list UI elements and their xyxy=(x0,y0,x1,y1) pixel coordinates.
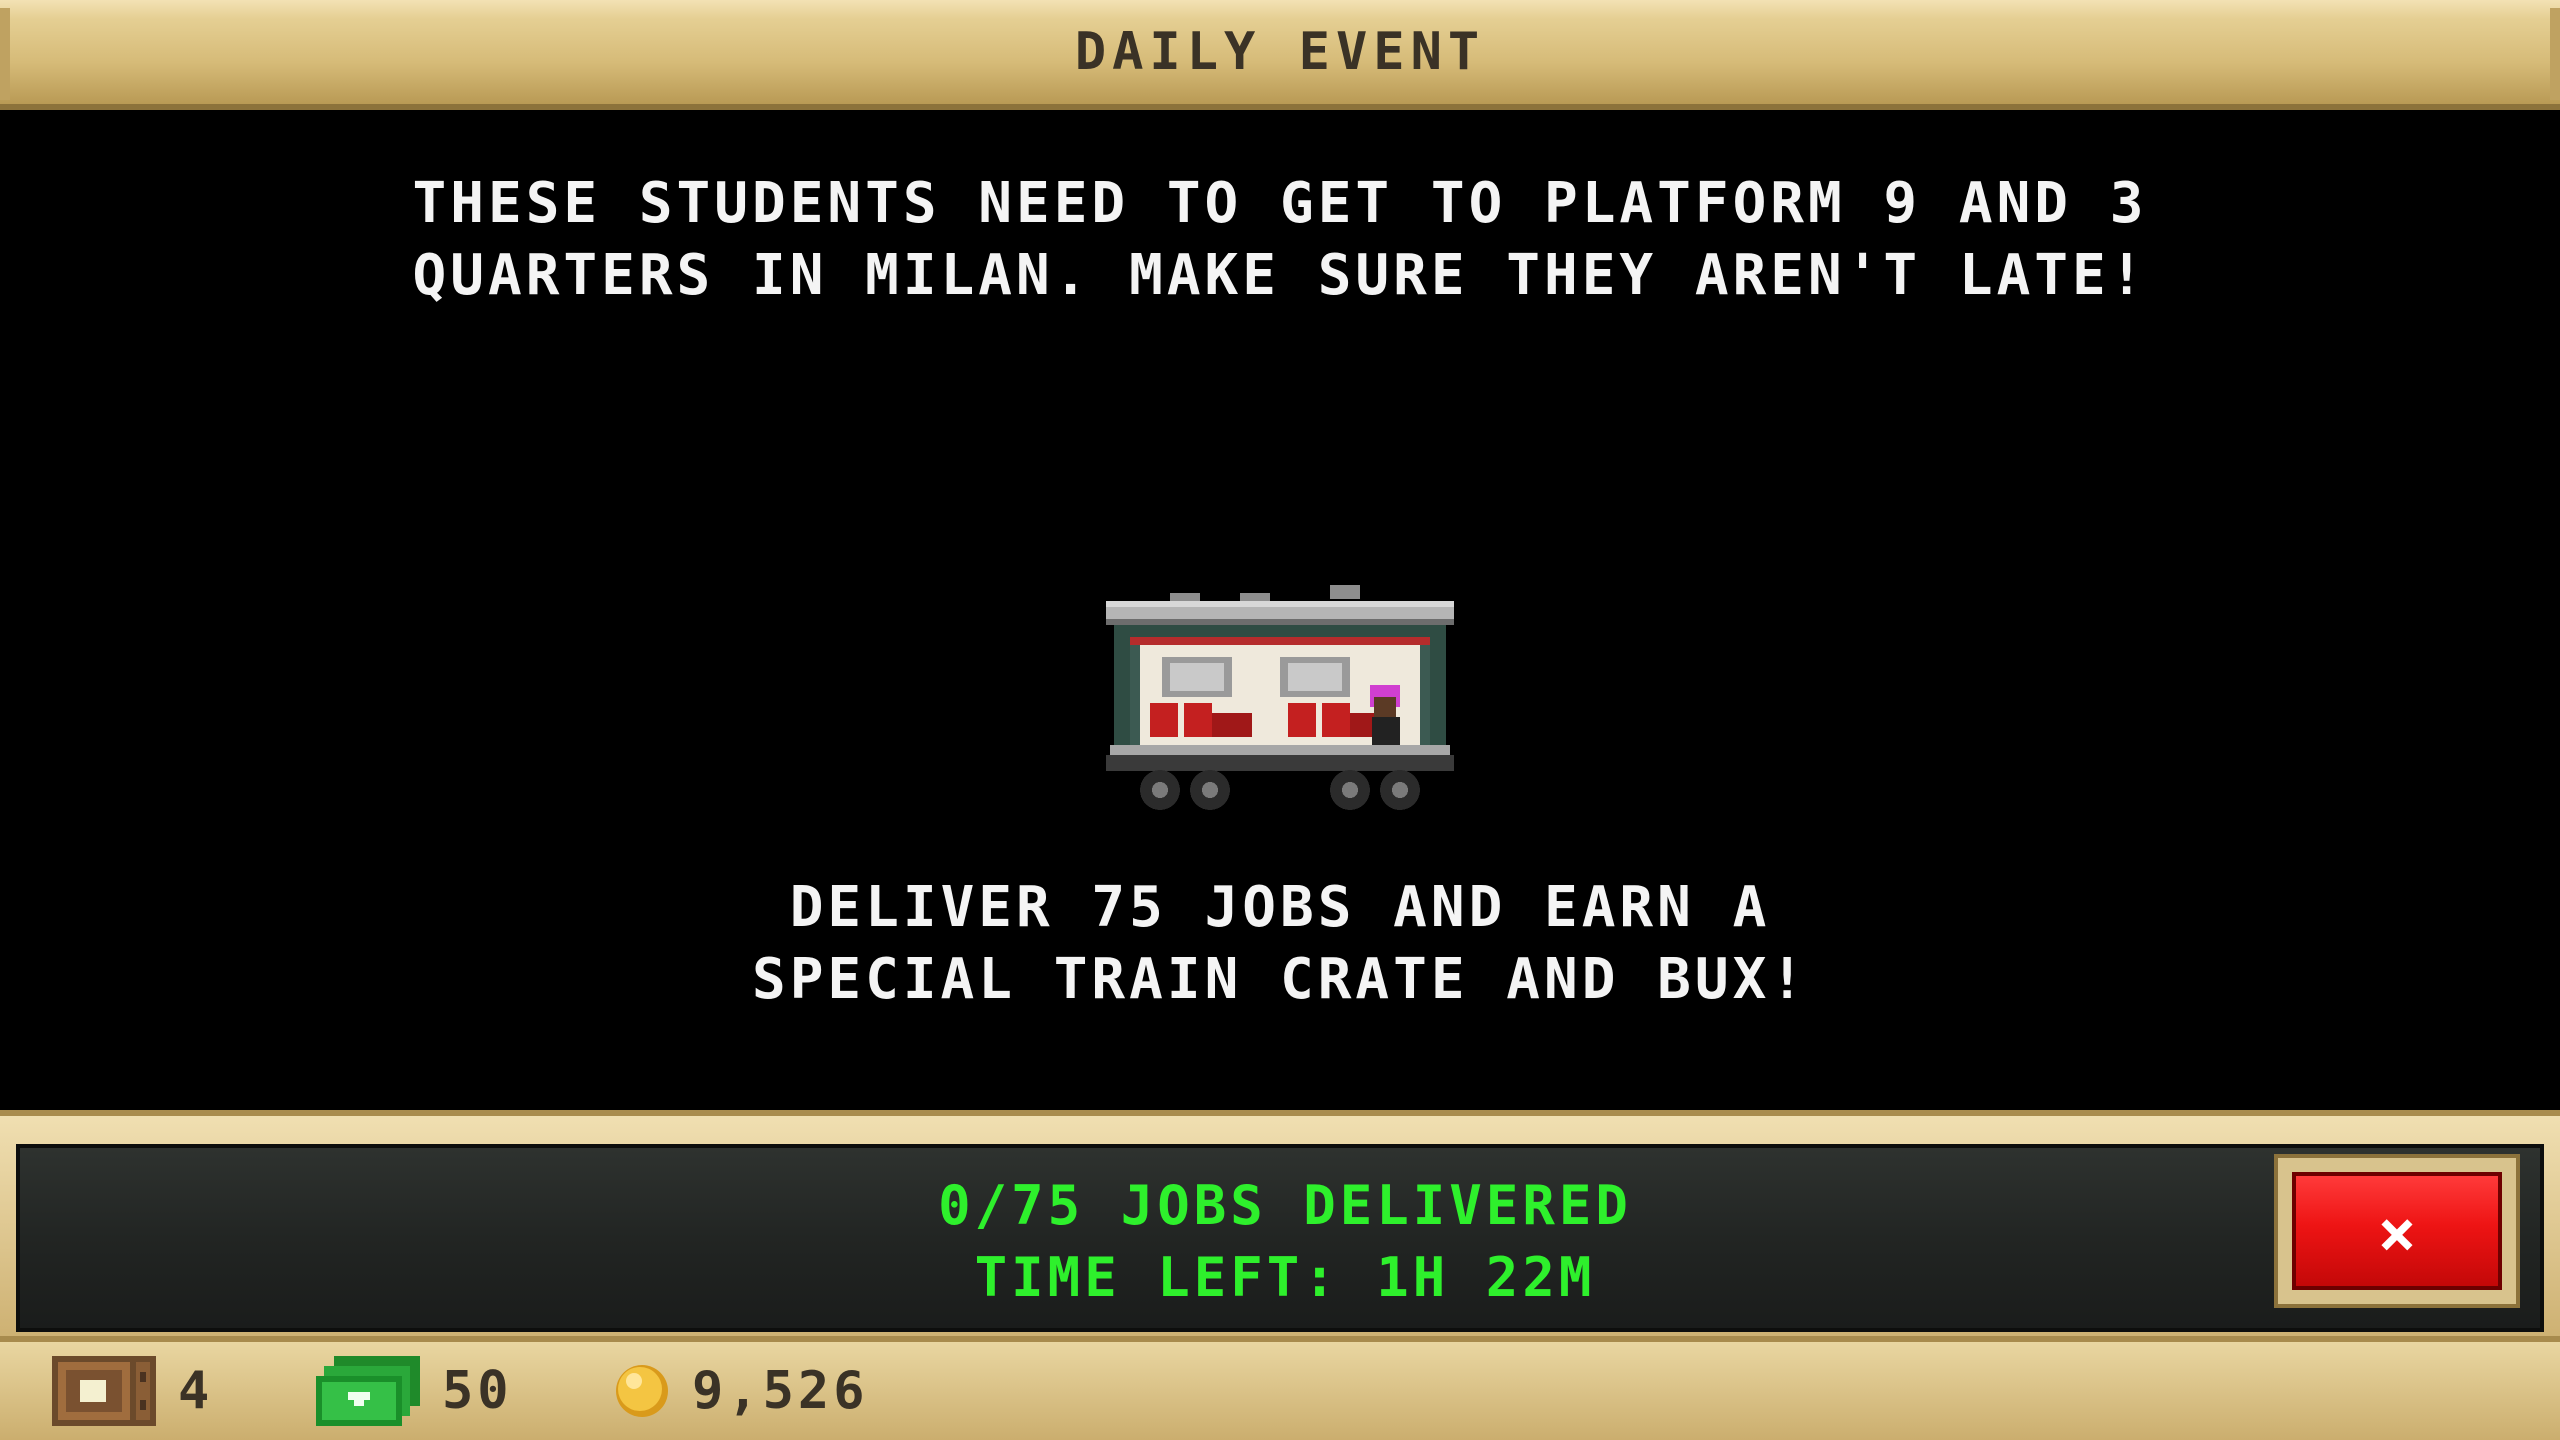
crate-counter[interactable]: 4 xyxy=(52,1356,213,1426)
event-description-line-2: QUARTERS IN MILAN. MAKE SURE THEY AREN'T… xyxy=(412,243,2148,308)
event-description: THESE STUDENTS NEED TO GET TO PLATFORM 9… xyxy=(380,168,2180,312)
crate-count: 4 xyxy=(178,1361,214,1421)
close-icon[interactable]: × xyxy=(2296,1194,2498,1274)
coin-count: 9,526 xyxy=(692,1361,869,1421)
coin-counter[interactable]: 9,526 xyxy=(614,1356,869,1426)
event-goal: DELIVER 75 JOBS AND EARN A SPECIAL TRAIN… xyxy=(680,872,1880,1016)
bux-counter[interactable]: 50 xyxy=(316,1356,513,1426)
close-button-face[interactable]: × xyxy=(2292,1172,2502,1290)
progress-status: 0/75 JOBS DELIVERED TIME LEFT: 1H 22M xyxy=(600,1170,1970,1314)
close-button[interactable]: × xyxy=(2274,1154,2520,1308)
bux-cash-icon xyxy=(316,1356,420,1426)
bux-count: 50 xyxy=(442,1361,513,1421)
time-left-text: TIME LEFT: 1H 22M xyxy=(974,1246,1596,1309)
event-goal-line-1: DELIVER 75 JOBS AND EARN A xyxy=(789,875,1771,940)
event-goal-line-2: SPECIAL TRAIN CRATE AND BUX! xyxy=(751,947,1808,1012)
title-bar: DAILY EVENT xyxy=(0,0,2560,110)
crate-icon xyxy=(52,1356,156,1426)
gold-coin-icon xyxy=(616,1365,668,1417)
train-car-icon xyxy=(1106,585,1454,810)
page-title: DAILY EVENT xyxy=(1074,22,1486,82)
event-description-line-1: THESE STUDENTS NEED TO GET TO PLATFORM 9… xyxy=(412,171,2148,236)
jobs-delivered-text: 0/75 JOBS DELIVERED xyxy=(938,1174,1632,1237)
